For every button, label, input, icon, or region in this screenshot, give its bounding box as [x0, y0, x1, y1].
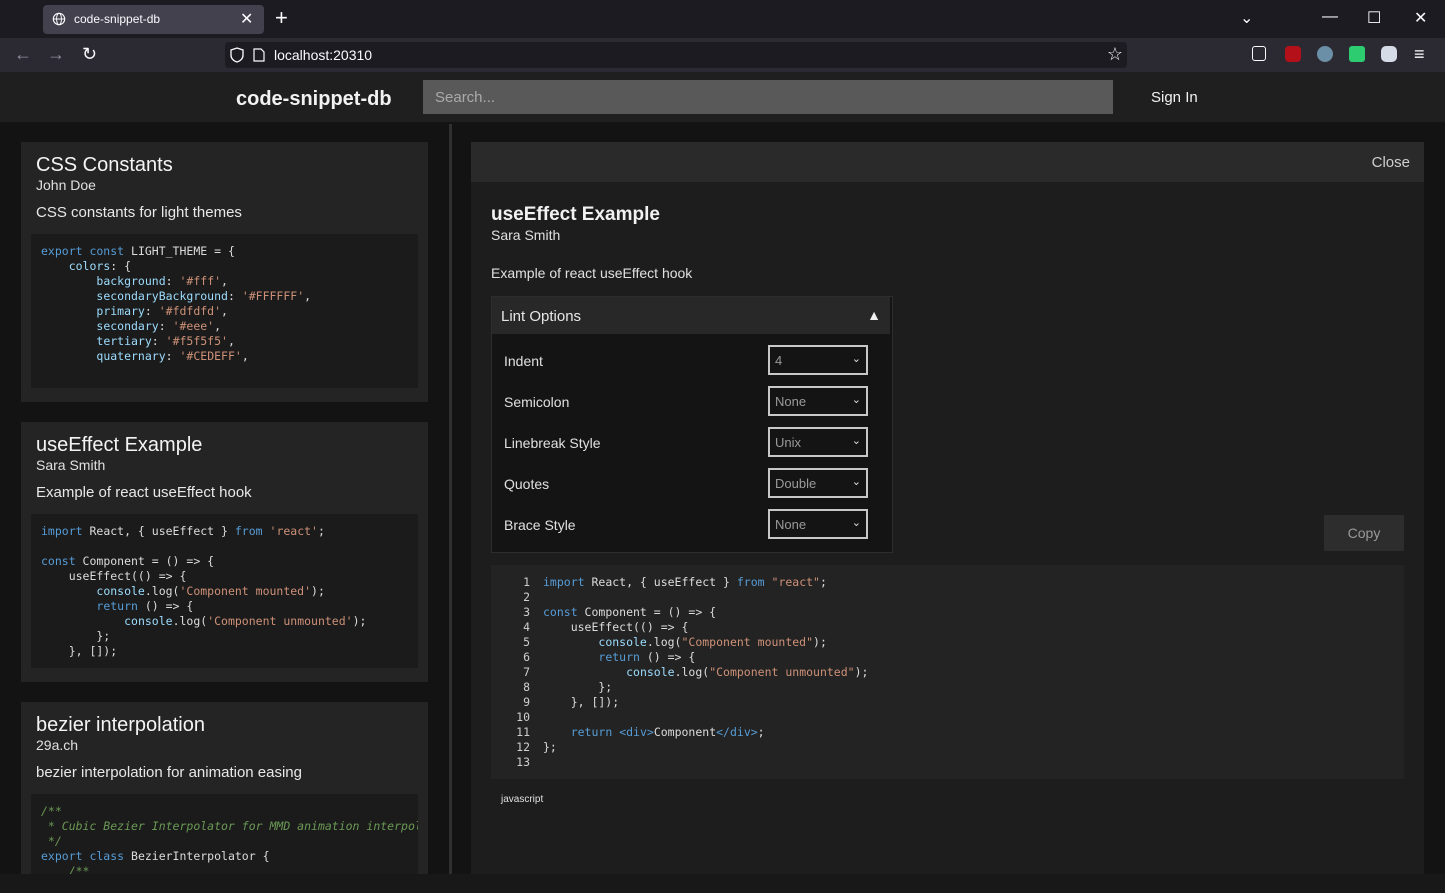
select-value: Double: [775, 476, 817, 491]
snippet-list: CSS Constants John Doe CSS constants for…: [0, 124, 449, 874]
app-header: code-snippet-db Sign In: [0, 72, 1445, 124]
lint-option-label: Semicolon: [504, 394, 570, 410]
code-content[interactable]: import React, { useEffect } from "react"…: [543, 575, 868, 755]
page-icon: [253, 48, 265, 62]
shield-icon[interactable]: [230, 47, 244, 63]
snippet-title: useEffect Example: [36, 434, 203, 456]
snippet-detail-panel: Close useEffect Example Sara Smith Examp…: [471, 142, 1424, 874]
search-input[interactable]: [423, 80, 1113, 114]
lint-option-label: Brace Style: [504, 517, 576, 533]
lint-options-title: Lint Options: [501, 308, 582, 325]
snippet-card[interactable]: CSS Constants John Doe CSS constants for…: [21, 142, 428, 402]
chevron-down-icon: ⌄: [851, 476, 861, 488]
semicolon-select[interactable]: None ⌄: [768, 386, 868, 416]
snippet-author: John Doe: [36, 177, 96, 193]
snippet-title: CSS Constants: [36, 154, 173, 176]
tab-title: code-snippet-db: [74, 12, 161, 26]
chevron-down-icon: ⌄: [851, 517, 861, 529]
menu-hamburger-icon[interactable]: ≡: [1414, 44, 1425, 64]
window-close-icon[interactable]: ✕: [1414, 8, 1427, 28]
snippet-description: Example of react useEffect hook: [36, 484, 252, 501]
collapse-triangle-icon[interactable]: ▲: [867, 307, 881, 323]
privacy-badger-icon[interactable]: [1317, 46, 1333, 62]
snippet-card[interactable]: bezier interpolation 29a.ch bezier inter…: [21, 702, 428, 874]
select-value: 4: [775, 353, 783, 368]
indent-select[interactable]: 4 ⌄: [768, 345, 868, 375]
select-value: None: [775, 394, 807, 409]
language-label: javascript: [501, 794, 544, 805]
forward-arrow-icon[interactable]: →: [47, 44, 65, 64]
brace-style-select[interactable]: None ⌄: [768, 509, 868, 539]
lint-option-label: Linebreak Style: [504, 435, 601, 451]
snippet-code-preview: export const LIGHT_THEME = { colors: { b…: [31, 234, 418, 388]
url-bar[interactable]: localhost:20310 ☆: [225, 42, 1127, 68]
quotes-select[interactable]: Double ⌄: [768, 468, 868, 498]
chevron-down-icon: ⌄: [851, 353, 861, 365]
select-value: None: [775, 517, 807, 532]
browser-tab[interactable]: code-snippet-db ✕: [43, 5, 264, 34]
url-text: localhost:20310: [274, 47, 373, 63]
tab-list-chevron-icon[interactable]: ⌄: [1240, 8, 1253, 28]
close-button[interactable]: Close: [1372, 154, 1410, 171]
detail-author: Sara Smith: [491, 227, 561, 243]
reload-icon[interactable]: ↻: [82, 44, 97, 64]
bookmark-star-icon[interactable]: ☆: [1107, 44, 1123, 65]
bitwarden-icon[interactable]: [1381, 46, 1397, 62]
app-brand[interactable]: code-snippet-db: [236, 88, 392, 111]
line-numbers: 1 2 3 4 5 6 7 8 9 10 11 12 13: [516, 575, 530, 769]
select-value: Unix: [775, 435, 802, 450]
back-arrow-icon[interactable]: ←: [14, 44, 32, 64]
sign-in-link[interactable]: Sign In: [1151, 89, 1198, 106]
minimize-icon[interactable]: —: [1322, 8, 1338, 26]
snippet-card[interactable]: useEffect Example Sara Smith Example of …: [21, 422, 428, 682]
extensions-icon[interactable]: [1252, 46, 1266, 61]
lint-options-header[interactable]: Lint Options ▲: [492, 297, 890, 334]
close-tab-icon[interactable]: ✕: [240, 9, 253, 29]
chevron-down-icon: ⌄: [851, 435, 861, 447]
browser-tab-bar: code-snippet-db ✕ + ⌄ — ☐ ✕: [0, 0, 1445, 38]
lint-option-label: Indent: [504, 353, 543, 369]
linebreak-style-select[interactable]: Unix ⌄: [768, 427, 868, 457]
detail-toolbar: Close: [471, 142, 1424, 182]
copy-button[interactable]: Copy: [1324, 515, 1404, 551]
lint-option-label: Quotes: [504, 476, 550, 492]
maximize-icon[interactable]: ☐: [1367, 8, 1381, 28]
bookmark-extension-icon[interactable]: [1349, 46, 1365, 62]
code-editor[interactable]: 1 2 3 4 5 6 7 8 9 10 11 12 13 import Rea…: [491, 565, 1404, 779]
ublock-icon[interactable]: [1285, 46, 1301, 62]
detail-title: useEffect Example: [491, 204, 660, 225]
snippet-code-preview: import React, { useEffect } from 'react'…: [31, 514, 418, 668]
globe-icon: [52, 12, 66, 26]
snippet-title: bezier interpolation: [36, 714, 205, 736]
snippet-author: 29a.ch: [36, 737, 79, 753]
snippet-description: bezier interpolation for animation easin…: [36, 764, 302, 781]
detail-description: Example of react useEffect hook: [491, 265, 693, 281]
lint-options-panel: Lint Options ▲ Indent 4 ⌄ Semicolon None ⌄…: [491, 296, 893, 553]
new-tab-icon[interactable]: +: [275, 6, 288, 30]
snippet-author: Sara Smith: [36, 457, 106, 473]
chevron-down-icon: ⌄: [851, 394, 861, 406]
snippet-description: CSS constants for light themes: [36, 204, 242, 221]
snippet-code-preview: /** * Cubic Bezier Interpolator for MMD …: [31, 794, 418, 874]
